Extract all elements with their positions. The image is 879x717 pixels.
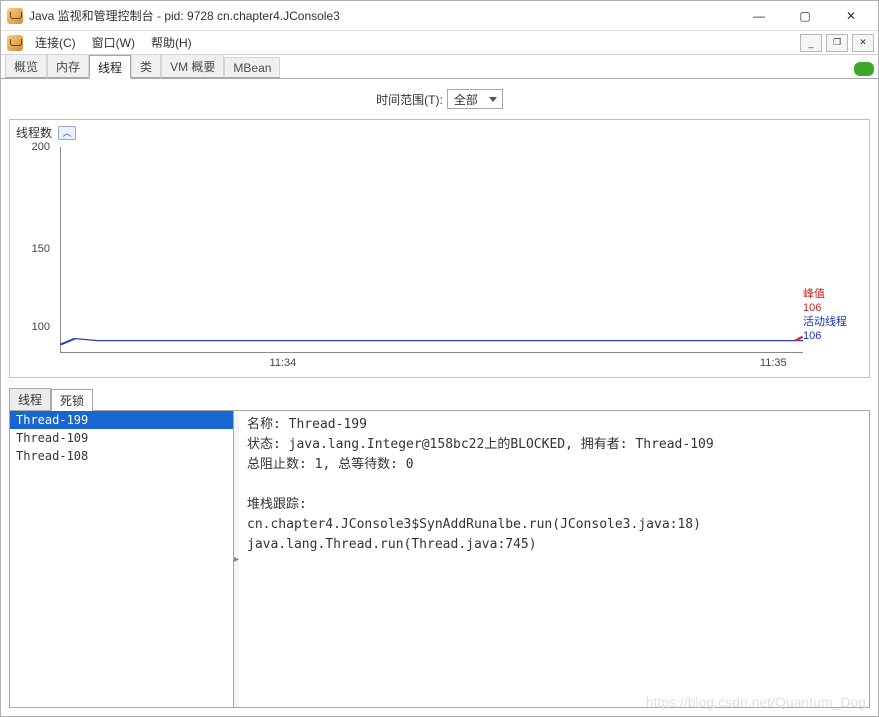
tab-memory[interactable]: 内存 bbox=[47, 54, 89, 78]
thread-list-item[interactable]: Thread-108 bbox=[10, 447, 233, 465]
app-window: Java 监视和管理控制台 - pid: 9728 cn.chapter4.JC… bbox=[0, 0, 879, 717]
connection-indicator-icon bbox=[854, 62, 874, 76]
close-button[interactable]: ✕ bbox=[828, 2, 874, 30]
menu-help[interactable]: 帮助(H) bbox=[145, 32, 198, 53]
thread-list-item[interactable]: Thread-199 bbox=[10, 411, 233, 429]
minimize-button[interactable]: — bbox=[736, 2, 782, 30]
tab-classes[interactable]: 类 bbox=[131, 54, 161, 78]
thread-detail-text: 名称: Thread-199 状态: java.lang.Integer@158… bbox=[239, 411, 869, 707]
time-range-row: 时间范围(T): 全部 bbox=[1, 79, 878, 115]
y-tick: 150 bbox=[16, 243, 56, 255]
time-range-label: 时间范围(T): bbox=[376, 91, 443, 108]
y-tick: 200 bbox=[16, 141, 56, 153]
bottom-content: Thread-199 Thread-109 Thread-108 名称: Thr… bbox=[9, 411, 870, 708]
tab-deadlock[interactable]: 死锁 bbox=[51, 389, 93, 411]
plot-wrap: 100 150 200 11:34 11:35 bbox=[16, 143, 863, 371]
legend-peak-label: 峰值 bbox=[803, 287, 863, 301]
x-axis: 11:34 11:35 bbox=[60, 357, 803, 371]
tab-thread-list[interactable]: 线程 bbox=[9, 388, 51, 410]
x-tick: 11:35 bbox=[760, 357, 787, 369]
chart-collapse-button[interactable]: ︿ bbox=[58, 126, 76, 140]
y-axis: 100 150 200 bbox=[16, 143, 56, 355]
plot-area bbox=[60, 147, 803, 353]
main-tab-strip: 概览 内存 线程 类 VM 概要 MBean bbox=[1, 55, 878, 79]
mdi-controls: _ ❐ ✕ bbox=[796, 34, 874, 52]
x-tick: 11:34 bbox=[270, 357, 297, 369]
y-tick: 100 bbox=[16, 321, 56, 333]
tab-threads[interactable]: 线程 bbox=[89, 55, 131, 79]
legend-peak-value: 106 bbox=[803, 301, 863, 315]
java-icon bbox=[7, 8, 23, 24]
time-range-select[interactable]: 全部 bbox=[447, 89, 503, 109]
menu-window[interactable]: 窗口(W) bbox=[86, 32, 141, 53]
chart-header: 线程数 ︿ bbox=[16, 124, 863, 141]
bottom-tab-strip: 线程 死锁 bbox=[9, 388, 870, 411]
mdi-minimize-button[interactable]: _ bbox=[800, 34, 822, 52]
mdi-close-button[interactable]: ✕ bbox=[852, 34, 874, 52]
tab-mbean[interactable]: MBean bbox=[224, 57, 280, 78]
window-title: Java 监视和管理控制台 - pid: 9728 cn.chapter4.JC… bbox=[29, 7, 736, 24]
mdi-restore-button[interactable]: ❐ bbox=[826, 34, 848, 52]
java-icon bbox=[7, 35, 23, 51]
chart-legend: 峰值 106 活动线程 106 bbox=[803, 143, 863, 371]
menu-bar: 连接(C) 窗口(W) 帮助(H) _ ❐ ✕ bbox=[1, 31, 878, 55]
thread-list[interactable]: Thread-199 Thread-109 Thread-108 bbox=[10, 411, 234, 707]
thread-line bbox=[60, 147, 803, 353]
thread-detail-panel: 线程 死锁 Thread-199 Thread-109 Thread-108 名… bbox=[9, 388, 870, 708]
thread-list-item[interactable]: Thread-109 bbox=[10, 429, 233, 447]
title-bar: Java 监视和管理控制台 - pid: 9728 cn.chapter4.JC… bbox=[1, 1, 878, 31]
window-controls: — ▢ ✕ bbox=[736, 2, 874, 30]
tab-vm-summary[interactable]: VM 概要 bbox=[161, 54, 224, 78]
tab-overview[interactable]: 概览 bbox=[5, 54, 47, 78]
time-range-value: 全部 bbox=[454, 91, 478, 108]
chart-title: 线程数 bbox=[16, 124, 52, 141]
maximize-button[interactable]: ▢ bbox=[782, 2, 828, 30]
thread-chart-card: 线程数 ︿ 100 150 200 bbox=[9, 119, 870, 378]
menu-connect[interactable]: 连接(C) bbox=[29, 32, 82, 53]
legend-live-value: 106 bbox=[803, 329, 863, 343]
legend-live-label: 活动线程 bbox=[803, 315, 863, 329]
thread-chart: 100 150 200 11:34 11:35 bbox=[16, 143, 803, 371]
content-area: 时间范围(T): 全部 线程数 ︿ 100 150 200 bbox=[1, 79, 878, 716]
